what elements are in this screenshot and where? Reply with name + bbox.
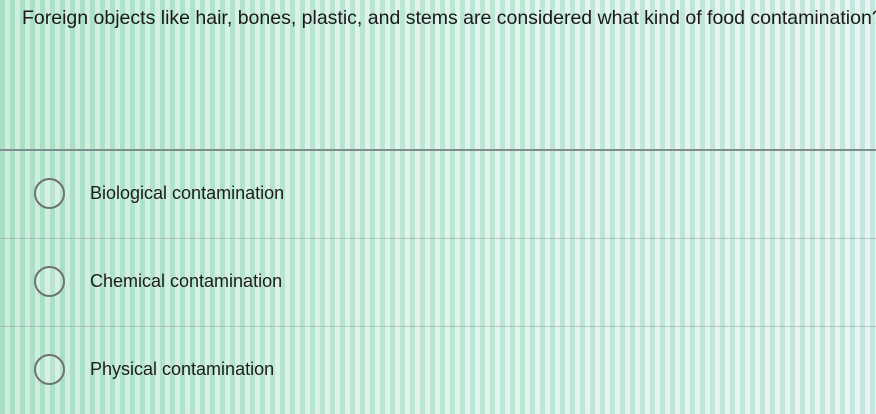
answer-option-label: Physical contamination bbox=[90, 359, 275, 379]
radio-button-icon[interactable] bbox=[34, 266, 65, 297]
answer-option-biological[interactable]: Biological contamination bbox=[0, 151, 876, 238]
answer-option-physical[interactable]: Physical contamination bbox=[0, 327, 876, 414]
answer-option-label: Chemical contamination bbox=[90, 271, 283, 291]
radio-button-icon[interactable] bbox=[34, 354, 65, 385]
answer-option-label: Biological contamination bbox=[90, 183, 285, 203]
question-text: Foreign objects like hair, bones, plasti… bbox=[22, 7, 876, 29]
answer-options: Biological contamination Chemical contam… bbox=[0, 151, 876, 414]
quiz-card: Foreign objects like hair, bones, plasti… bbox=[0, 0, 876, 402]
radio-button-icon[interactable] bbox=[34, 178, 65, 209]
answer-option-chemical[interactable]: Chemical contamination bbox=[0, 239, 876, 326]
